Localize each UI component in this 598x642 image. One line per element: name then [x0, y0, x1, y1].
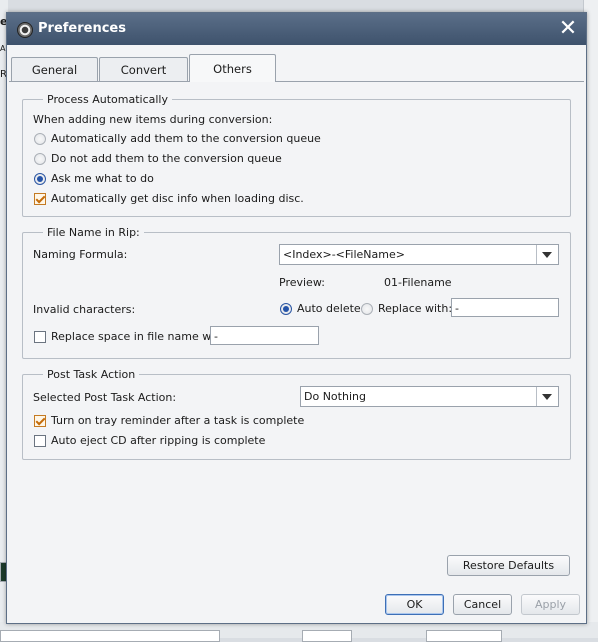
auto-eject-label[interactable]: Auto eject CD after ripping is complete — [51, 434, 265, 447]
replace-space-checkbox[interactable] — [34, 331, 46, 343]
ok-button[interactable]: OK — [385, 594, 444, 615]
tab-divider — [9, 81, 584, 82]
naming-formula-label: Naming Formula: — [33, 248, 128, 261]
group-title: File Name in Rip: — [43, 226, 144, 239]
background-app-element — [0, 630, 220, 642]
group-title: Post Task Action — [43, 368, 140, 381]
process-intro-label: When adding new items during conversion: — [33, 113, 273, 126]
title-bar[interactable]: Preferences ✕ — [7, 13, 586, 45]
tray-reminder-label[interactable]: Turn on tray reminder after a task is co… — [51, 414, 304, 427]
selected-post-task-label: Selected Post Task Action: — [33, 391, 177, 404]
cancel-button[interactable]: Cancel — [453, 594, 512, 615]
background-fragment: A — [0, 44, 6, 53]
preview-label: Preview: — [279, 276, 325, 289]
add-to-queue-label[interactable]: Automatically add them to the conversion… — [51, 132, 321, 145]
tab-convert[interactable]: Convert — [99, 57, 188, 82]
do-not-add-label[interactable]: Do not add them to the conversion queue — [51, 152, 282, 165]
invalid-characters-label: Invalid characters: — [33, 303, 136, 316]
preview-value: 01-Filename — [384, 276, 452, 289]
auto-delete-radio[interactable] — [280, 303, 292, 315]
post-task-select[interactable]: Do Nothing — [300, 386, 559, 407]
replace-space-input[interactable]: - — [210, 326, 319, 345]
post-task-value: Do Nothing — [304, 390, 366, 403]
replace-with-radio[interactable] — [361, 303, 373, 315]
tab-general[interactable]: General — [11, 57, 98, 82]
replace-with-label[interactable]: Replace with: — [378, 302, 452, 315]
auto-delete-label[interactable]: Auto delete — [297, 302, 361, 315]
apply-button[interactable]: Apply — [521, 594, 580, 615]
group-title: Process Automatically — [43, 93, 172, 106]
background-app-element — [426, 630, 502, 642]
preferences-dialog: Preferences ✕ General Convert Others Pro… — [6, 12, 587, 624]
chevron-down-icon[interactable] — [536, 245, 558, 264]
naming-formula-value: <Index>-<FileName> — [283, 248, 405, 261]
auto-eject-checkbox[interactable] — [34, 435, 46, 447]
close-icon[interactable]: ✕ — [555, 16, 581, 42]
disc-info-label[interactable]: Automatically get disc info when loading… — [51, 192, 304, 205]
ask-me-radio[interactable] — [34, 173, 46, 185]
chevron-down-icon[interactable] — [536, 387, 558, 406]
dialog-title: Preferences — [38, 21, 126, 36]
do-not-add-radio[interactable] — [34, 153, 46, 165]
background-app-element — [302, 630, 352, 642]
replace-with-input[interactable]: - — [451, 298, 559, 317]
naming-formula-select[interactable]: <Index>-<FileName> — [279, 244, 559, 265]
replace-space-label[interactable]: Replace space in file name with: — [51, 330, 229, 343]
add-to-queue-radio[interactable] — [34, 133, 46, 145]
tab-others[interactable]: Others — [189, 54, 276, 82]
disc-app-icon — [17, 22, 33, 38]
ask-me-label[interactable]: Ask me what to do — [51, 172, 154, 185]
tray-reminder-checkbox[interactable] — [34, 415, 46, 427]
disc-info-checkbox[interactable] — [34, 193, 46, 205]
restore-defaults-button[interactable]: Restore Defaults — [447, 555, 570, 576]
